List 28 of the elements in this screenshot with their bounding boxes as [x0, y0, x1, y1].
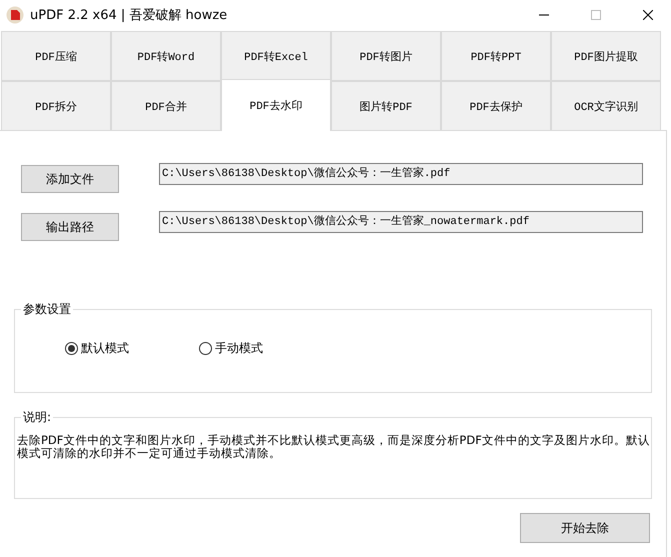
radio-button[interactable] — [199, 342, 212, 355]
tab[interactable]: PDF去保护 — [441, 81, 551, 131]
tab[interactable]: PDF合并 — [111, 81, 221, 131]
add-file-button[interactable]: 添加文件 — [21, 165, 119, 193]
description-text: 去除PDF文件中的文字和图片水印，手动模式并不比默认模式更高级，而是深度分析PDF文件中的文字及图片水印。默认模式可清除的水印并不一定可通过手动模式清除。 — [17, 434, 651, 460]
group-title: 参数设置 — [22, 301, 72, 318]
tab[interactable]: PDF拆分 — [1, 81, 111, 131]
path-field[interactable]: C:\Users\86138\Desktop\微信公众号：一生管家_nowatermark.pdf — [159, 211, 643, 233]
window-title: uPDF 2.2 x64 | 吾爱破解 howze — [30, 7, 228, 24]
app-logo-icon — [6, 6, 24, 24]
start-button[interactable]: 开始去除 — [520, 513, 650, 543]
group-title: 说明: — [22, 409, 52, 426]
tab[interactable]: PDF转图片 — [331, 31, 441, 81]
close-icon — [643, 10, 653, 20]
tab[interactable]: OCR文字识别 — [551, 81, 661, 131]
maximize-icon — [591, 10, 601, 20]
path-field[interactable]: C:\Users\86138\Desktop\微信公众号：一生管家.pdf — [159, 163, 643, 185]
tab[interactable]: PDF转PPT — [441, 31, 551, 81]
tab[interactable]: PDF转Word — [111, 31, 221, 81]
tab[interactable]: 图片转PDF — [331, 81, 441, 131]
tab[interactable]: PDF图片提取 — [551, 31, 661, 81]
radio-label: 手动模式 — [215, 340, 263, 357]
radio-label: 默认模式 — [81, 340, 129, 357]
tab[interactable]: PDF去水印 — [221, 79, 331, 131]
output-path-button[interactable]: 输出路径 — [21, 213, 119, 241]
tab[interactable]: PDF压缩 — [1, 31, 111, 81]
radio-button[interactable] — [65, 342, 78, 355]
tab[interactable]: PDF转Excel — [221, 31, 331, 81]
